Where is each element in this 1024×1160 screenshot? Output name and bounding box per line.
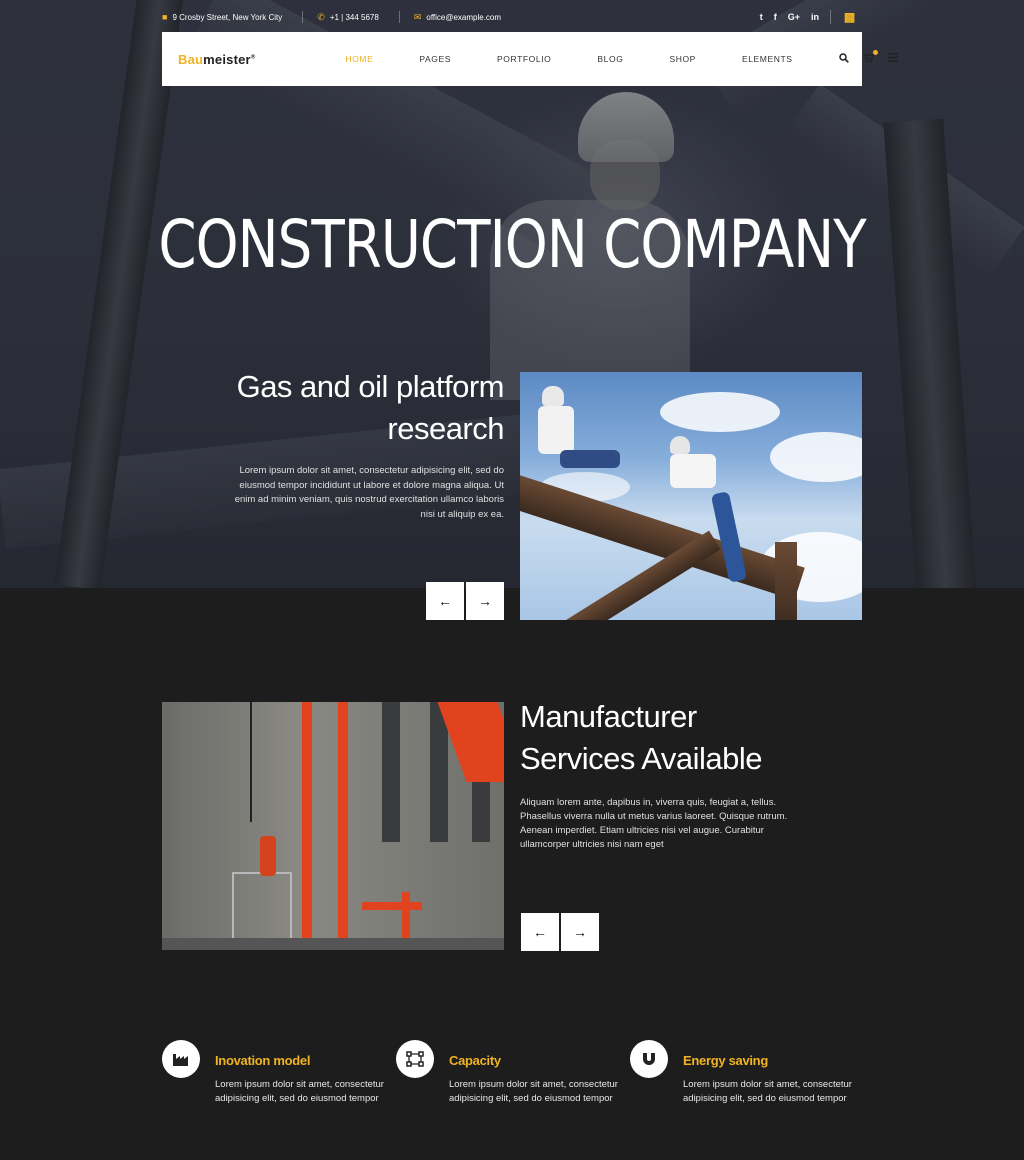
section-title-line: Manufacturer [520,699,697,734]
social-links: t f G+ in ▩ [760,10,862,24]
section-title: Manufacturer Services Available [520,696,850,780]
worker [670,454,716,488]
address-text: 9 Crosby Street, New York City [172,12,283,22]
nav-item-blog[interactable]: BLOG [597,54,623,64]
section-text: Aliquam lorem ante, dapibus in, viverra … [520,797,788,850]
cloud [770,432,862,482]
linkedin-icon[interactable]: in [811,12,819,22]
magnet-icon [630,1040,668,1078]
crane-part [402,892,410,942]
email-text: office@example.com [426,12,502,22]
logo-mark: ® [250,54,256,61]
truck-icon: ■ [162,12,168,22]
window-column [382,702,400,842]
email-item[interactable]: ✉ office@example.com [414,12,501,23]
feature-text: Lorem ipsum dolor sit amet, consectetur … [215,1079,384,1104]
worker-helmet [542,386,564,406]
steel-workers-image [520,372,862,620]
worker-legs [560,450,620,468]
twitter-icon[interactable]: t [760,12,763,22]
cloud [660,392,780,432]
nav-icons [838,49,898,66]
logo[interactable]: Baumeister® [178,52,255,67]
crane-mast [338,702,348,950]
slide-title-line: research [387,411,504,446]
crane-cable [250,702,252,822]
main-navbar: Baumeister® HOME PAGES PORTFOLIO BLOG SH… [162,32,898,86]
mail-icon: ✉ [413,11,422,22]
nav-item-shop[interactable]: SHOP [669,54,696,64]
feature-text: Lorem ipsum dolor sit amet, consectetur … [449,1079,618,1104]
prev-arrow-button[interactable]: ← [426,582,464,620]
network-icon [396,1040,434,1078]
crane-worker-image [162,702,504,950]
crane-mast [302,702,312,950]
logo-accent: Bau [178,51,204,67]
prev-arrow-button[interactable]: ← [521,913,559,951]
slide-title-line: Gas and oil platform [236,369,505,404]
phone-text: +1 | 344 5678 [329,12,379,22]
cart-badge [872,49,878,55]
next-arrow-button[interactable]: → [561,913,599,951]
ground [162,938,504,950]
nav-item-pages[interactable]: PAGES [419,54,451,64]
steel-girder [775,542,797,620]
google-plus-icon[interactable]: G+ [788,12,800,22]
top-bar: ■ 9 Crosby Street, New York City ✆ +1 | … [162,8,862,26]
phone-icon: ✆ [317,11,325,22]
world-map-icon[interactable]: ▩ [830,10,862,24]
slider-arrows: ← → [426,582,504,620]
hero-overlay [0,0,1024,588]
slide-title: Gas and oil platform research [230,366,505,450]
hero-section [0,0,1024,588]
nav-item-portfolio[interactable]: PORTFOLIO [497,54,551,64]
address-item: ■ 9 Crosby Street, New York City [162,12,282,22]
feature-title: Capacity [449,1053,501,1068]
slide-text: Lorem ipsum dolor sit amet, consectetur … [234,465,504,520]
factory-icon [162,1040,200,1078]
crane-part [362,902,422,910]
search-icon[interactable] [838,52,849,66]
nav-item-elements[interactable]: ELEMENTS [742,54,793,64]
section-title-line: Services Available [520,741,763,776]
slider-arrows: ← → [521,913,599,951]
divider [398,11,400,23]
divider [302,11,304,23]
phone-item[interactable]: ✆ +1 | 344 5678 [317,12,379,23]
worker [260,836,276,876]
hero-title: CONSTRUCTION COMPANY [158,206,866,283]
logo-text: meister [203,51,251,67]
menu-icon[interactable] [887,53,898,65]
work-platform [232,872,292,940]
feature-text: Lorem ipsum dolor sit amet, consectetur … [683,1079,852,1104]
feature-title: Inovation model [215,1053,311,1068]
facebook-icon[interactable]: f [774,12,777,22]
nav-item-home[interactable]: HOME [345,54,373,64]
next-arrow-button[interactable]: → [466,582,504,620]
worker [538,406,574,454]
nav-menu: HOME PAGES PORTFOLIO BLOG SHOP ELEMENTS [345,54,838,64]
feature-title: Energy saving [683,1053,768,1068]
cart-icon[interactable] [862,49,878,66]
worker-helmet [670,436,690,454]
